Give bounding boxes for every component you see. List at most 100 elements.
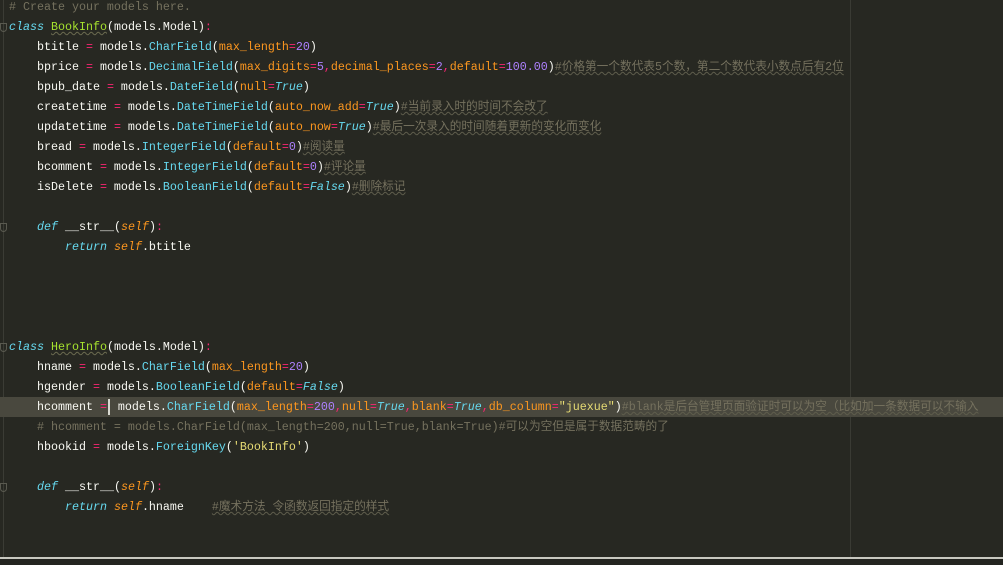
code-editor[interactable]: # Create your models here. class BookInfo… — [0, 0, 1003, 558]
code-line[interactable]: bprice = models.DecimalField(max_digits=… — [9, 57, 844, 77]
code-token: ) — [302, 80, 310, 94]
code-token: ) — [365, 120, 373, 134]
code-token: models. — [120, 120, 177, 134]
code-token: = — [551, 400, 559, 414]
code-token: self — [120, 480, 149, 494]
code-line[interactable]: def __str__(self): — [9, 217, 163, 237]
code-line[interactable]: btitle = models.CharField(max_length=20) — [9, 37, 317, 57]
code-token: "juexue" — [558, 400, 615, 414]
code-token: ) — [316, 160, 324, 174]
code-token: ) — [302, 440, 310, 454]
code-token: = — [92, 440, 100, 454]
code-token: models. — [92, 60, 149, 74]
code-token: .btitle — [141, 240, 191, 254]
code-token: IntegerField — [162, 160, 247, 174]
code-token: = — [306, 400, 314, 414]
code-token: .hname — [141, 500, 212, 514]
code-token: = — [267, 80, 275, 94]
code-token: decimal_places — [330, 60, 429, 74]
fold-icon[interactable] — [0, 343, 7, 352]
code-line[interactable]: # hcomment = models.CharField(max_length… — [9, 417, 669, 437]
code-line[interactable]: updatetime = models.DateTimeField(auto_n… — [9, 117, 601, 137]
code-token: models. — [92, 40, 149, 54]
code-token: ( — [225, 440, 233, 454]
fold-icon[interactable] — [0, 223, 7, 232]
code-line[interactable]: bcomment = models.IntegerField(default=0… — [9, 157, 366, 177]
code-token: True — [337, 120, 366, 134]
code-token: hname — [9, 360, 79, 374]
code-token: ) — [309, 40, 317, 54]
code-token: = — [85, 40, 93, 54]
code-token: ) — [148, 480, 156, 494]
code-token: = — [92, 380, 100, 394]
code-token: ( — [232, 60, 240, 74]
code-token: class — [9, 340, 44, 354]
code-line[interactable]: hgender = models.BooleanField(default=Fa… — [9, 377, 345, 397]
code-token: ) — [148, 220, 156, 234]
code-token: #删除标记 — [351, 180, 406, 194]
code-token: = — [99, 160, 107, 174]
code-token: , — [442, 60, 450, 74]
code-token: #评论量 — [323, 160, 366, 174]
code-token: #最后一次录入的时间随着更新的变化而变化 — [372, 120, 602, 134]
code-token: = — [295, 380, 303, 394]
fold-icon[interactable] — [0, 483, 7, 492]
code-token: ( — [232, 80, 240, 94]
code-token: = — [281, 360, 289, 374]
code-line[interactable]: bpub_date = models.DateField(null=True) — [9, 77, 310, 97]
code-line[interactable]: class HeroInfo(models.Model): — [9, 337, 212, 357]
code-token: blank — [411, 400, 447, 414]
code-line[interactable]: hbookid = models.ForeignKey('BookInfo') — [9, 437, 310, 457]
code-line[interactable]: bread = models.IntegerField(default=0)#阅… — [9, 137, 345, 157]
code-line[interactable]: hname = models.CharField(max_length=20) — [9, 357, 310, 377]
code-token: class — [9, 20, 44, 34]
code-token: ( — [225, 140, 233, 154]
code-token: ) — [614, 400, 622, 414]
code-token: #魔术方法 令函数返回指定的样式 — [211, 500, 390, 514]
code-token: : — [204, 340, 212, 354]
fold-icon[interactable] — [0, 23, 7, 32]
code-line[interactable]: return self.btitle — [9, 237, 191, 257]
code-token: models. — [85, 360, 142, 374]
code-token: default — [253, 180, 303, 194]
code-line[interactable]: isDelete = models.BooleanField(default=F… — [9, 177, 405, 197]
code-line[interactable]: def __str__(self): — [9, 477, 163, 497]
code-line[interactable]: return self.hname #魔术方法 令函数返回指定的样式 — [9, 497, 389, 517]
code-line[interactable]: # Create your models here. — [9, 0, 191, 17]
code-token: models. — [99, 380, 156, 394]
code-token: ( — [204, 360, 212, 374]
code-token: models. — [99, 440, 156, 454]
code-token: DateTimeField — [176, 100, 268, 114]
code-token: btitle — [9, 40, 86, 54]
code-line[interactable]: class BookInfo(models.Model): — [9, 17, 212, 37]
code-token: ( — [267, 100, 275, 114]
code-token: CharField — [141, 360, 205, 374]
code-token: BooleanField — [155, 380, 240, 394]
code-token: default — [232, 140, 282, 154]
code-token: (models.Model) — [106, 340, 205, 354]
code-token: = — [309, 60, 317, 74]
code-token: True — [274, 80, 303, 94]
code-token: True — [376, 400, 405, 414]
code-token: bread — [9, 140, 79, 154]
gutter — [3, 0, 4, 558]
code-token: : — [155, 480, 163, 494]
code-token: ) — [393, 100, 401, 114]
code-token: # Create your models here. — [9, 0, 191, 14]
code-token: = — [85, 60, 93, 74]
code-token: auto_now — [274, 120, 331, 134]
code-line-current[interactable]: hcomment = models.CharField(max_length=2… — [0, 397, 1003, 417]
code-token: DateTimeField — [176, 120, 268, 134]
code-token: ( — [246, 160, 254, 174]
code-token: isDelete — [9, 180, 100, 194]
code-line[interactable]: createtime = models.DateTimeField(auto_n… — [9, 97, 548, 117]
code-token: #当前录入时的时间不会改了 — [400, 100, 548, 114]
code-token: models. — [106, 160, 163, 174]
code-token: 20 — [288, 360, 303, 374]
